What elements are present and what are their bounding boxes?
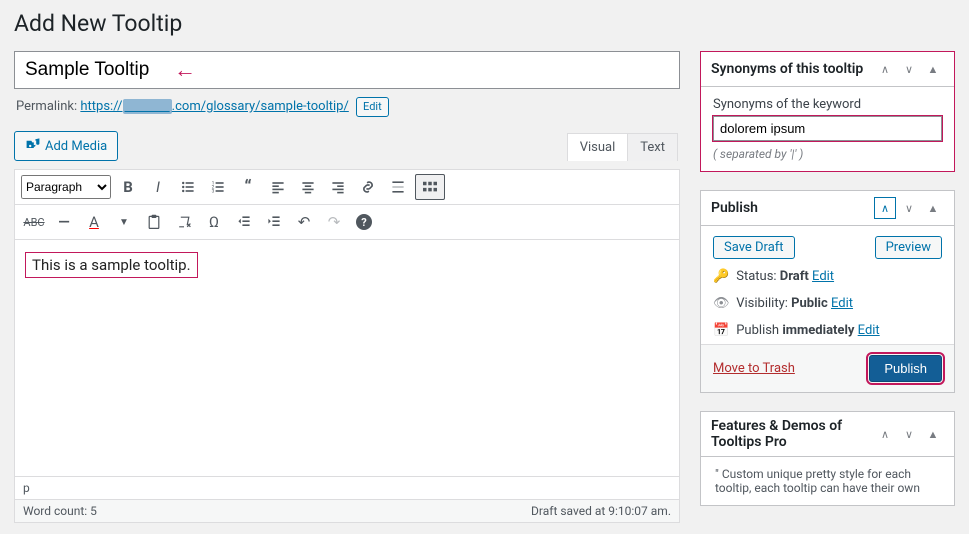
help-icon[interactable]: ? [351,209,377,235]
tab-visual[interactable]: Visual [567,133,629,161]
eye-icon: 👁 [713,296,729,311]
edit-visibility-link[interactable]: Edit [831,296,853,311]
edit-status-link[interactable]: Edit [812,269,834,284]
outdent-icon[interactable] [231,209,257,235]
clear-format-icon[interactable] [171,209,197,235]
redo-icon[interactable]: ↷ [321,209,347,235]
save-draft-button[interactable]: Save Draft [713,236,795,259]
strikethrough-icon[interactable]: ABC [21,209,47,235]
status-row: 🔑 Status: Draft Edit [701,263,954,290]
toggle-panel-icon[interactable]: ▲ [922,58,944,80]
move-down-icon[interactable]: ∨ [898,58,920,80]
move-up-icon[interactable]: ∧ [874,58,896,80]
move-down-icon[interactable]: ∨ [898,423,920,445]
text-color-icon[interactable]: A [81,209,107,235]
undo-icon[interactable]: ↶ [291,209,317,235]
calendar-icon: 📅 [713,323,729,338]
editor-box: Paragraph B I 123 “ ABC — A ▼ Ω [14,169,680,523]
paragraph-select[interactable]: Paragraph [21,175,111,199]
camera-music-icon [25,136,41,156]
add-media-button[interactable]: Add Media [14,131,118,161]
synonyms-panel: Synonyms of this tooltip ∧ ∨ ▲ Synonyms … [700,51,955,172]
features-text: " Custom unique pretty style for each to… [701,457,954,505]
content-text: This is a sample tooltip. [25,252,198,278]
blockquote-icon[interactable]: “ [235,174,261,200]
hr-icon[interactable]: — [51,209,77,235]
key-icon: 🔑 [713,269,729,284]
autosave-status: Draft saved at 9:10:07 am. [531,504,671,518]
svg-text:3: 3 [212,189,215,195]
preview-button[interactable]: Preview [875,236,942,259]
move-to-trash-link[interactable]: Move to Trash [713,361,795,376]
bullet-list-icon[interactable] [175,174,201,200]
visibility-row: 👁 Visibility: Public Edit [701,290,954,317]
word-count: Word count: 5 [23,504,97,518]
italic-icon[interactable]: I [145,174,171,200]
move-up-icon[interactable]: ∧ [874,423,896,445]
align-center-icon[interactable] [295,174,321,200]
text-color-dropdown-icon[interactable]: ▼ [111,209,137,235]
schedule-row: 📅 Publish immediately Edit [701,317,954,344]
synonyms-hint: ( separated by '|' ) [713,147,942,161]
publish-button[interactable]: Publish [869,355,942,382]
synonyms-heading: Synonyms of this tooltip [711,61,863,77]
permalink-row: Permalink: https://xxxxxxx.com/glossary/… [16,97,678,117]
publish-heading: Publish [711,200,758,216]
bold-icon[interactable]: B [115,174,141,200]
align-right-icon[interactable] [325,174,351,200]
indent-icon[interactable] [261,209,287,235]
tab-text[interactable]: Text [627,133,678,161]
toolbar-row-2: ABC — A ▼ Ω ↶ ↷ ? [15,205,679,240]
toolbar-row-1: Paragraph B I 123 “ [15,170,679,205]
toggle-panel-icon[interactable]: ▲ [922,423,944,445]
content-editor[interactable]: This is a sample tooltip. [15,240,679,476]
permalink-url[interactable]: https://xxxxxxx.com/glossary/sample-tool… [80,99,348,114]
page-title: Add New Tooltip [14,10,955,37]
readmore-icon[interactable] [385,174,411,200]
toggle-panel-icon[interactable]: ▲ [922,197,944,219]
edit-schedule-link[interactable]: Edit [858,323,880,338]
move-up-icon[interactable]: ∧ [874,197,896,219]
element-path: p [15,476,679,499]
features-panel: Features & Demos of Tooltips Pro ∧ ∨ ▲ "… [700,411,955,506]
toolbar-toggle-icon[interactable] [415,174,445,200]
tooltip-title-input[interactable] [14,51,680,89]
special-char-icon[interactable]: Ω [201,209,227,235]
link-icon[interactable] [355,174,381,200]
synonyms-field-label: Synonyms of the keyword [713,97,942,112]
synonyms-input[interactable] [713,116,942,141]
number-list-icon[interactable]: 123 [205,174,231,200]
paste-text-icon[interactable] [141,209,167,235]
permalink-label: Permalink: [16,99,77,114]
features-heading: Features & Demos of Tooltips Pro [711,418,874,450]
publish-panel: Publish ∧ ∨ ▲ Save Draft Preview 🔑 Statu… [700,190,955,393]
align-left-icon[interactable] [265,174,291,200]
edit-permalink-button[interactable]: Edit [356,97,389,117]
move-down-icon[interactable]: ∨ [898,197,920,219]
